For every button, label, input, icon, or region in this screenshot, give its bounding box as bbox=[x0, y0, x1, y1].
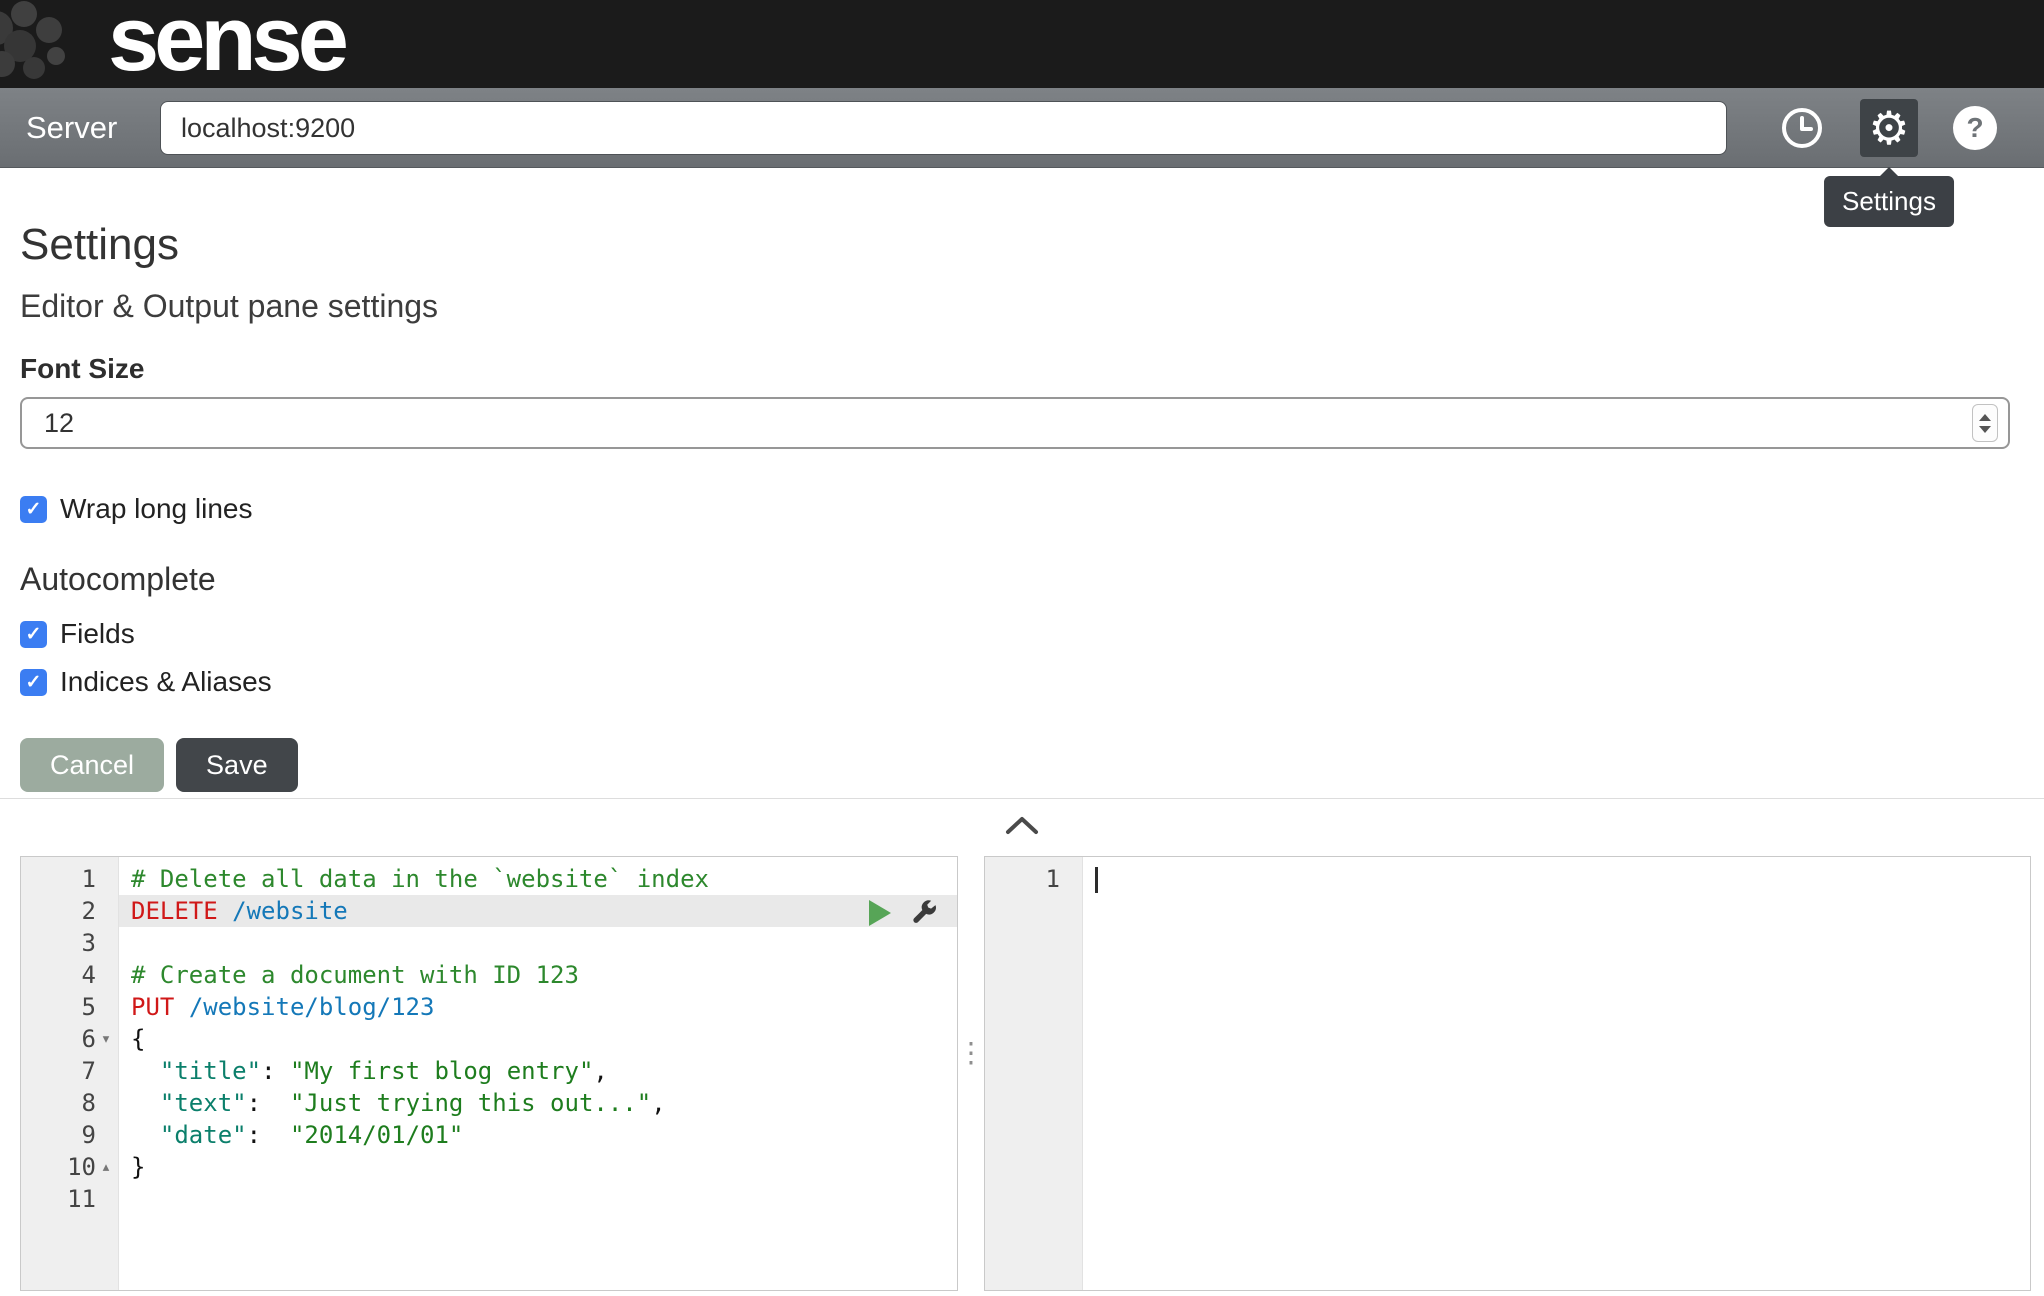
active-line-actions bbox=[869, 899, 937, 927]
fold-close-icon[interactable]: ▴ bbox=[96, 1151, 116, 1183]
output-pane[interactable]: 1 bbox=[984, 856, 2031, 1291]
line-number: 1 bbox=[985, 863, 1082, 895]
line-number: 7 bbox=[21, 1055, 118, 1087]
line-number: 3 bbox=[21, 927, 118, 959]
code-token: "text" bbox=[160, 1089, 247, 1117]
line-number: 10▴ bbox=[21, 1151, 118, 1183]
wrap-long-lines-checkbox-row[interactable]: Wrap long lines bbox=[20, 493, 2010, 525]
editor-section: 123456▾78910▴11 # Delete all data in the… bbox=[0, 850, 2044, 1296]
line-number: 9 bbox=[21, 1119, 118, 1151]
code-token: , bbox=[651, 1089, 665, 1117]
code-token bbox=[131, 1089, 160, 1117]
collapse-editor-icon[interactable] bbox=[1005, 815, 1039, 835]
code-token bbox=[131, 1121, 160, 1149]
code-token: : bbox=[261, 1057, 290, 1085]
settings-tooltip: Settings bbox=[1824, 176, 1954, 227]
checkbox-check-icon[interactable] bbox=[20, 621, 47, 648]
checkbox-check-icon[interactable] bbox=[20, 496, 47, 523]
text-cursor bbox=[1095, 867, 1098, 893]
server-toolbar: Server bbox=[0, 88, 2044, 168]
autocomplete-title: Autocomplete bbox=[20, 561, 2010, 598]
code-line[interactable]: # Create a document with ID 123 bbox=[119, 959, 957, 991]
line-number: 5 bbox=[21, 991, 118, 1023]
cancel-button[interactable]: Cancel bbox=[20, 738, 164, 792]
code-area[interactable] bbox=[1083, 857, 2030, 1290]
server-label: Server bbox=[26, 88, 117, 168]
toolbar-icon-group bbox=[1779, 88, 1997, 168]
code-token: "My first blog entry" bbox=[290, 1057, 593, 1085]
font-size-stepper-icon[interactable] bbox=[1972, 404, 1998, 442]
code-line[interactable]: } bbox=[119, 1151, 957, 1183]
request-settings-icon[interactable] bbox=[909, 899, 937, 927]
code-token bbox=[218, 897, 232, 925]
server-input[interactable] bbox=[160, 101, 1727, 155]
code-line[interactable]: { bbox=[119, 1023, 957, 1055]
line-number: 2 bbox=[21, 895, 118, 927]
code-token: "2014/01/01" bbox=[290, 1121, 463, 1149]
execute-request-icon[interactable] bbox=[869, 900, 891, 926]
checkbox-check-icon[interactable] bbox=[20, 669, 47, 696]
autocomplete-indices-label: Indices & Aliases bbox=[60, 666, 272, 698]
code-token: # Create a document with ID 123 bbox=[131, 961, 579, 989]
code-line[interactable] bbox=[1083, 863, 2030, 895]
font-size-field-wrap bbox=[20, 397, 2010, 449]
code-token bbox=[174, 993, 188, 1021]
line-number: 8 bbox=[21, 1087, 118, 1119]
font-size-label: Font Size bbox=[20, 353, 2010, 385]
stepper-up-icon[interactable] bbox=[1979, 414, 1991, 421]
history-icon[interactable] bbox=[1779, 105, 1825, 151]
code-token bbox=[131, 1057, 160, 1085]
line-number: 4 bbox=[21, 959, 118, 991]
line-number-gutter: 123456▾78910▴11 bbox=[21, 857, 119, 1290]
code-token: PUT bbox=[131, 993, 174, 1021]
stepper-down-icon[interactable] bbox=[1979, 426, 1991, 433]
code-line[interactable] bbox=[119, 927, 957, 959]
code-line[interactable] bbox=[119, 1183, 957, 1215]
autocomplete-indices-checkbox-row[interactable]: Indices & Aliases bbox=[20, 666, 2010, 698]
code-line[interactable]: "text": "Just trying this out...", bbox=[119, 1087, 957, 1119]
code-token: # Delete all data in the `website` index bbox=[131, 865, 709, 893]
fold-open-icon[interactable]: ▾ bbox=[96, 1023, 116, 1055]
help-icon[interactable] bbox=[1953, 106, 1997, 150]
code-token: : bbox=[247, 1089, 290, 1117]
code-line[interactable]: "date": "2014/01/01" bbox=[119, 1119, 957, 1151]
code-line[interactable]: # Delete all data in the `website` index bbox=[119, 863, 957, 895]
settings-panel: Settings Editor & Output pane settings F… bbox=[0, 168, 2044, 792]
sense-logo-icon bbox=[0, 0, 104, 88]
code-token: "Just trying this out..." bbox=[290, 1089, 651, 1117]
autocomplete-fields-checkbox-row[interactable]: Fields bbox=[20, 618, 2010, 650]
code-token: /website/blog/123 bbox=[189, 993, 435, 1021]
settings-subtitle: Editor & Output pane settings bbox=[20, 288, 2010, 325]
code-token: } bbox=[131, 1153, 145, 1181]
editor-collapse-bar bbox=[0, 798, 2044, 850]
app-header: sense bbox=[0, 0, 2044, 88]
code-token: /website bbox=[232, 897, 348, 925]
request-editor-pane[interactable]: 123456▾78910▴11 # Delete all data in the… bbox=[20, 856, 958, 1291]
code-token: DELETE bbox=[131, 897, 218, 925]
settings-buttons: Cancel Save bbox=[20, 738, 2010, 792]
code-token: "date" bbox=[160, 1121, 247, 1149]
code-token: { bbox=[131, 1025, 145, 1053]
code-token: , bbox=[593, 1057, 607, 1085]
code-line[interactable]: "title": "My first blog entry", bbox=[119, 1055, 957, 1087]
code-line[interactable]: PUT /website/blog/123 bbox=[119, 991, 957, 1023]
line-number: 11 bbox=[21, 1183, 118, 1215]
code-token: "title" bbox=[160, 1057, 261, 1085]
settings-icon[interactable] bbox=[1860, 99, 1918, 157]
save-button[interactable]: Save bbox=[176, 738, 298, 792]
line-number: 6▾ bbox=[21, 1023, 118, 1055]
code-line[interactable]: DELETE /website bbox=[119, 895, 957, 927]
code-token: : bbox=[247, 1121, 290, 1149]
settings-title: Settings bbox=[20, 220, 2010, 270]
line-number-gutter: 1 bbox=[985, 857, 1083, 1290]
sense-app: sense Server Settings Settings Editor & … bbox=[0, 0, 2044, 1296]
autocomplete-fields-label: Fields bbox=[60, 618, 135, 650]
font-size-input[interactable] bbox=[20, 397, 2010, 449]
wrap-long-lines-label: Wrap long lines bbox=[60, 493, 252, 525]
line-number: 1 bbox=[21, 863, 118, 895]
app-logo-text: sense bbox=[108, 0, 344, 83]
code-area[interactable]: # Delete all data in the `website` index… bbox=[119, 857, 957, 1290]
